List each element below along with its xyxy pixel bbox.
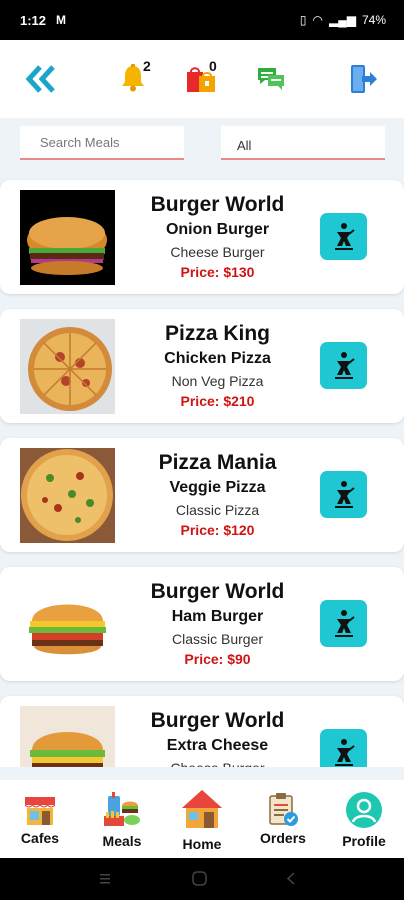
top-bar: 2 0 xyxy=(0,40,404,118)
nav-label-cafes: Cafes xyxy=(20,830,60,846)
nav-item-meals[interactable]: Meals xyxy=(82,780,162,858)
order-button[interactable] xyxy=(320,471,367,518)
meal-price: Price: $120 xyxy=(180,522,255,538)
vibrate-icon: ▯ xyxy=(299,13,307,27)
nav-item-profile[interactable]: Profile xyxy=(324,780,404,858)
cart-count: 0 xyxy=(209,58,217,74)
cafe-name: Burger World xyxy=(150,580,285,603)
meal-name: Ham Burger xyxy=(171,608,264,625)
battery-level: 74% xyxy=(361,13,386,27)
back-button[interactable] xyxy=(24,64,58,99)
order-button[interactable] xyxy=(320,600,367,647)
meal-image xyxy=(20,319,115,414)
search-row: All xyxy=(0,118,404,168)
chat-bubbles-icon xyxy=(258,68,284,90)
nav-label-profile: Profile xyxy=(342,833,386,849)
meal-price: Price: $90 xyxy=(184,651,251,667)
meal-image xyxy=(20,190,115,285)
waiter-icon xyxy=(334,222,355,250)
meal-category: Cheese Burger xyxy=(170,244,265,260)
notifications-count: 2 xyxy=(143,58,151,74)
order-button[interactable] xyxy=(320,213,367,260)
waiter-icon xyxy=(334,609,355,637)
category-filter-dropdown[interactable]: All xyxy=(221,126,385,160)
logout-button[interactable] xyxy=(348,63,378,100)
meal-category: Non Veg Pizza xyxy=(171,373,264,389)
search-meals-input[interactable] xyxy=(20,126,184,160)
meal-card[interactable]: Burger World Onion Burger Cheese Burger … xyxy=(0,180,404,294)
meal-card[interactable]: Burger World Ham Burger Classic Burger P… xyxy=(0,567,404,681)
meal-image xyxy=(20,448,115,543)
double-chevron-left-icon xyxy=(25,65,55,93)
home-system-button[interactable] xyxy=(192,871,207,886)
order-button[interactable] xyxy=(320,729,367,767)
orders-icon xyxy=(269,793,298,826)
waiter-icon xyxy=(334,738,355,766)
cafe-name: Pizza King xyxy=(164,322,270,345)
waiter-icon xyxy=(334,480,355,508)
cart-button[interactable]: 0 xyxy=(185,58,225,96)
recent-apps-button[interactable] xyxy=(100,874,110,884)
order-button[interactable] xyxy=(320,342,367,389)
logout-icon xyxy=(351,65,377,93)
meal-card[interactable]: Pizza Mania Veggie Pizza Classic Pizza P… xyxy=(0,438,404,552)
waiter-icon xyxy=(334,351,355,379)
wifi-icon: ◠ xyxy=(312,13,323,27)
status-time: 1:12 xyxy=(20,12,47,28)
meal-image xyxy=(20,706,115,767)
meal-name: Extra Cheese xyxy=(166,737,269,754)
meals-list[interactable]: Burger World Onion Burger Cheese Burger … xyxy=(0,172,404,767)
cafe-name: Pizza Mania xyxy=(158,451,277,474)
nav-label-meals: Meals xyxy=(102,833,142,849)
meal-price: Price: $210 xyxy=(180,393,255,409)
signal-icon: ▂▄▆ xyxy=(329,13,356,27)
meal-card[interactable]: Burger World Extra Cheese Cheese Burger xyxy=(0,696,404,767)
meal-category: Cheese Burger xyxy=(130,758,305,767)
meal-name: Veggie Pizza xyxy=(169,479,266,496)
meal-name: Onion Burger xyxy=(165,221,270,238)
meal-image xyxy=(20,577,115,672)
meals-icon xyxy=(104,792,140,826)
cafe-name: Burger World xyxy=(150,193,285,216)
notifications-button[interactable]: 2 xyxy=(120,58,160,94)
gmail-notification-icon: M xyxy=(56,13,67,27)
cafe-name: Burger World xyxy=(150,709,285,732)
status-bar: 1:12 M ▯ ◠ ▂▄▆ 74% xyxy=(0,0,404,40)
profile-icon xyxy=(346,792,382,828)
meal-price: Price: $130 xyxy=(180,264,255,280)
nav-item-cafes[interactable]: Cafes xyxy=(0,780,80,858)
bottom-navigation: Cafes Meals Home Orders Profile xyxy=(0,780,404,858)
nav-item-orders[interactable]: Orders xyxy=(243,780,323,858)
messages-button[interactable] xyxy=(256,66,286,97)
back-system-button[interactable] xyxy=(286,872,295,885)
meal-category: Classic Pizza xyxy=(175,502,260,518)
nav-label-orders: Orders xyxy=(260,830,306,846)
nav-item-home[interactable]: Home xyxy=(162,780,242,858)
meal-card[interactable]: Pizza King Chicken Pizza Non Veg Pizza P… xyxy=(0,309,404,423)
cafe-icon xyxy=(24,797,56,825)
system-navigation-bar xyxy=(0,858,404,900)
nav-label-home: Home xyxy=(182,836,222,852)
home-icon xyxy=(182,790,222,828)
meal-category: Classic Burger xyxy=(171,631,264,647)
meal-name: Chicken Pizza xyxy=(164,350,271,367)
